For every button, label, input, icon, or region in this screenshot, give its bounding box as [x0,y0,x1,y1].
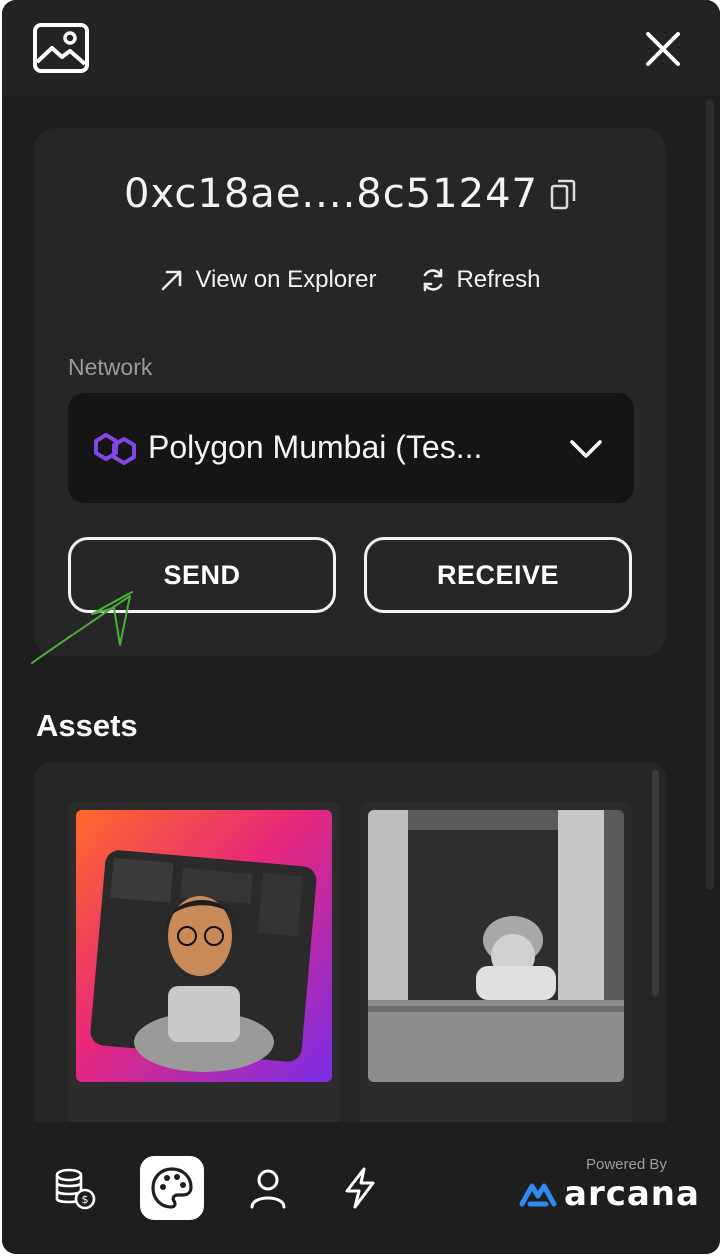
network-label: Network [68,354,153,380]
bottom-nav: $ Powered By arcana [2,1124,720,1254]
avatar-nft-image [76,810,332,1082]
wallet-window: 0xc18ae....8c51247 View on Explorer Refr… [2,0,720,1254]
assets-grid [34,762,666,1122]
lightning-icon [345,1167,375,1209]
coins-icon: $ [55,1168,96,1210]
header-bar [2,0,720,96]
refresh-button[interactable]: Refresh [420,266,541,294]
palette-icon [151,1167,193,1209]
copy-icon[interactable] [550,177,576,211]
arcana-logo: arcana [518,1174,700,1214]
arrow-up-right-icon [162,270,182,291]
selected-network: Polygon Mumbai (Tes... [148,429,483,465]
address-actions: View on Explorer Refresh [34,260,666,300]
view-explorer-label: View on Explorer [195,266,377,293]
wallet-address: 0xc18ae....8c51247 [124,171,538,217]
network-dropdown[interactable]: Polygon Mumbai (Tes... [68,393,634,503]
assets-heading: Assets [36,708,138,743]
send-button[interactable]: SEND [68,537,336,613]
receive-button[interactable]: RECEIVE [364,537,632,613]
user-icon [250,1169,286,1209]
assets-scrollbar[interactable] [652,770,659,996]
close-icon[interactable] [642,28,684,70]
asset-card-avatar[interactable] [68,802,340,1122]
wallet-card: 0xc18ae....8c51247 View on Explorer Refr… [34,128,666,656]
activity-tab[interactable] [328,1156,392,1220]
refresh-label: Refresh [456,266,541,293]
view-explorer-link[interactable]: View on Explorer [159,266,376,294]
address-row: 0xc18ae....8c51247 [34,164,666,224]
polygon-icon [94,433,136,465]
refresh-icon [424,268,443,292]
chevron-down-icon [570,440,602,458]
main-scrollbar[interactable] [706,100,714,890]
brand-name: arcana [564,1174,700,1214]
arcana-logo-icon [519,1183,557,1207]
asset-card-photo[interactable] [360,802,632,1122]
powered-by-label: Powered By [586,1156,667,1173]
svg-text:$: $ [82,1193,89,1206]
profile-tab[interactable] [236,1156,300,1220]
photo-nft-image [368,810,624,1082]
nfts-tab[interactable] [140,1156,204,1220]
tokens-tab[interactable]: $ [42,1156,106,1220]
image-icon[interactable] [32,22,90,74]
